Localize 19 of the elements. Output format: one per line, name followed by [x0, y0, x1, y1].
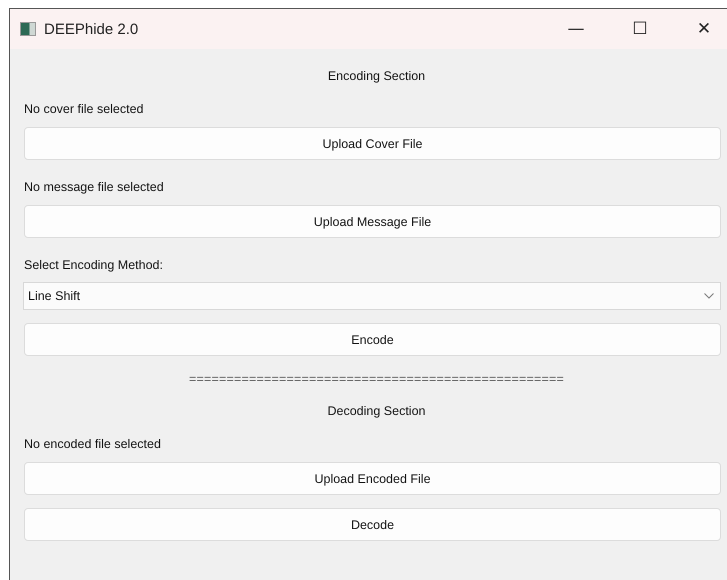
chevron-icon [704, 293, 714, 299]
method-dropdown[interactable]: Line Shift [23, 282, 721, 310]
window-title: DEEPhide 2.0 [44, 20, 138, 38]
minimize-button[interactable]: — [553, 9, 599, 49]
close-button[interactable]: ✕ [681, 9, 727, 49]
status-label: No cover file selected [24, 102, 145, 118]
section-heading: Encoding Section [326, 69, 426, 83]
status-label: No message file selected [24, 180, 165, 196]
maximize-button[interactable]: ☐ [617, 9, 663, 49]
push-button[interactable]: Upload Encoded File [24, 462, 721, 495]
push-button[interactable]: Upload Cover File [24, 127, 721, 160]
push-button[interactable]: Encode [24, 323, 721, 356]
separator-text: ================================================== [188, 372, 564, 386]
status-label: No encoded file selected [24, 437, 162, 453]
section-heading: Decoding Section [326, 404, 426, 418]
push-button[interactable]: Decode [24, 508, 721, 541]
push-button[interactable]: Upload Message File [24, 205, 721, 238]
status-label: Select Encoding Method: [24, 258, 164, 274]
app-icon [20, 22, 36, 36]
